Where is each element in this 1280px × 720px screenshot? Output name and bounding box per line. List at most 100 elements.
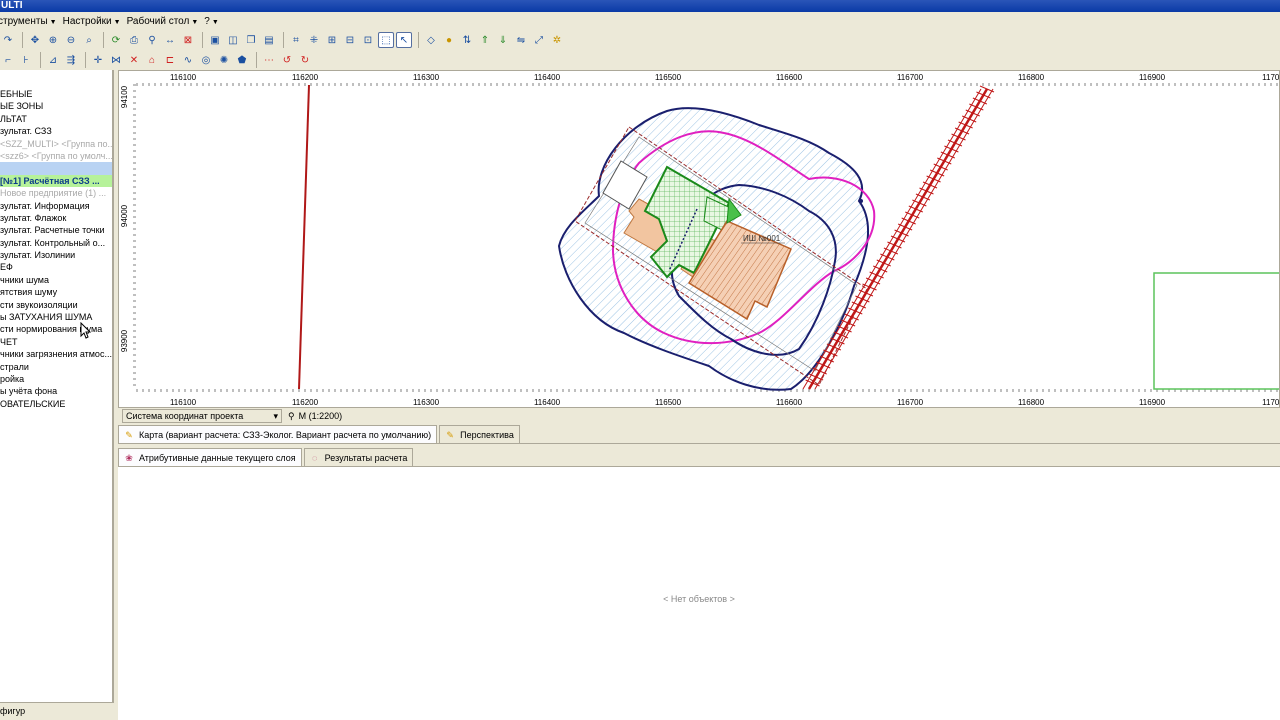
tree-item[interactable]: ы учёта фона (0, 385, 112, 397)
merge-icon[interactable]: ⋈ (108, 52, 124, 68)
green-rectangle[interactable] (1153, 272, 1280, 390)
delete-icon[interactable]: ✕ (126, 52, 142, 68)
tree-item[interactable]: зультат. Изолинии (0, 249, 112, 261)
polyline-icon[interactable]: ⊿ (45, 52, 61, 68)
curve-icon[interactable]: ∿ (180, 52, 196, 68)
tab-map[interactable]: ✎ Карта (вариант расчета: СЗЗ-Эколог. Ва… (118, 425, 438, 443)
node-edit-icon[interactable]: ⌐ (0, 52, 16, 68)
vertex-icon[interactable]: ⊦ (18, 52, 34, 68)
tree-item[interactable]: <szz6> <Группа по умолч... (0, 150, 112, 162)
tree-item[interactable]: <SZZ_MULTI> <Группа по... (0, 138, 112, 150)
redo-disabled-icon[interactable]: ↻ (297, 52, 313, 68)
gear-icon[interactable]: ✺ (216, 52, 232, 68)
trim-icon[interactable]: ⊏ (162, 52, 178, 68)
tree-item[interactable]: зультат. Флажок (0, 212, 112, 224)
grid-cells-icon[interactable]: ⊞ (324, 32, 340, 48)
tree-item[interactable]: зультат. Расчетные точки (0, 224, 112, 236)
print-icon[interactable]: ⎙ (126, 32, 142, 48)
cut-shape-icon[interactable]: ⌂ (144, 52, 160, 68)
map-view[interactable]: ИШ №001 116100 116100 116200 116200 116300 11… (118, 70, 1280, 408)
tree-item[interactable]: Новое предприятие (1) ... (0, 187, 112, 199)
point-marker[interactable] (859, 199, 863, 203)
data-tabs: ❀ Атрибутивные данные текущего слоя ◌ Ре… (118, 447, 1280, 467)
ring-icon[interactable]: ◎ (198, 52, 214, 68)
tree-item[interactable] (0, 162, 112, 175)
tree-item[interactable]: зультат. Информация (0, 200, 112, 212)
tree-item[interactable]: зультат. Контрольный о... (0, 237, 112, 249)
tree-item[interactable]: сти нормирования шума (0, 323, 112, 335)
x-tick-label: 116200 (292, 73, 319, 82)
cascade-icon[interactable]: ❐ (243, 32, 259, 48)
window-icon[interactable]: ▣ (207, 32, 223, 48)
tree-item[interactable]: ОВАТЕЛЬСКИЕ (0, 398, 112, 410)
grid-points-icon[interactable]: ⁜ (306, 32, 322, 48)
tab-attribute-data[interactable]: ❀ Атрибутивные данные текущего слоя (118, 448, 302, 466)
tree-item[interactable]: зультат. СЗЗ (0, 125, 112, 137)
grid-icon[interactable]: ⌗ (288, 32, 304, 48)
road-line[interactable] (298, 84, 310, 390)
polygon-icon[interactable]: ⬟ (234, 52, 250, 68)
refresh-map-icon[interactable]: ⟳ (108, 32, 124, 48)
redo-icon[interactable]: ↷ (0, 32, 16, 48)
window-title: ULTI (1, 0, 23, 11)
select-tool-icon[interactable]: ↖ (396, 32, 412, 48)
light-icon[interactable]: ● (441, 32, 457, 48)
settings-icon[interactable]: ✲ (549, 32, 565, 48)
menu-desktop[interactable]: Рабочий стол ▼ (127, 16, 207, 27)
menu-tools[interactable]: струменты ▼ (0, 16, 65, 27)
zoom-tool-icon[interactable]: ⌕ (81, 32, 97, 48)
tree-item[interactable]: ЕФ (0, 261, 112, 273)
align-icon[interactable]: ⇋ (513, 32, 529, 48)
undo-icon[interactable]: ↺ (279, 52, 295, 68)
find-icon[interactable]: ⚲ (144, 32, 160, 48)
tree-item[interactable]: чники загрязнения атмос... (0, 348, 112, 360)
results-icon: ◌ (311, 452, 318, 463)
tree-item[interactable]: ЕБНЫЕ (0, 88, 112, 100)
chevron-down-icon: ▼ (49, 18, 57, 26)
menu-help[interactable]: ? ▼ (204, 16, 227, 27)
menu-settings[interactable]: Настройки ▼ (63, 16, 129, 27)
tree-item[interactable]: ЫЕ ЗОНЫ (0, 100, 112, 112)
split-icon[interactable]: ⇶ (63, 52, 79, 68)
tree-item[interactable]: чники шума (0, 274, 112, 286)
layer-tree: ЕБНЫЕ ЫЕ ЗОНЫ ЛЬТАТ зультат. СЗЗ <SZZ_MULTI>… (0, 88, 112, 410)
fit-icon[interactable]: ⤢ (531, 32, 547, 48)
arrange-icon[interactable]: ⇅ (459, 32, 475, 48)
measure-icon[interactable]: ↔ (162, 32, 178, 48)
zoom-out-icon[interactable]: ⊖ (63, 32, 79, 48)
chevron-down-icon: ▾ (273, 410, 278, 421)
zoom-in-icon[interactable]: ⊕ (45, 32, 61, 48)
tab-calculation-results[interactable]: ◌ Результаты расчета (303, 448, 414, 466)
grid-move-icon[interactable]: ⊟ (342, 32, 358, 48)
tree-item[interactable]: ЛЬТАТ (0, 113, 112, 125)
grid-edit-icon[interactable]: ⊡ (360, 32, 376, 48)
tree-item[interactable]: ЧЕТ (0, 336, 112, 348)
map-canvas[interactable]: ИШ №001 116100 116100 116200 116200 116300 11… (119, 71, 1280, 408)
tree-item[interactable]: ы ЗАТУХАНИЯ ШУМА (0, 311, 112, 323)
source-label: ИШ №001 (743, 234, 781, 243)
x-tick-label: 116500 (655, 398, 682, 407)
tile-icon[interactable]: ▤ (261, 32, 277, 48)
scale-indicator[interactable]: ⚲ М (1:2200) (288, 411, 342, 422)
tree-item[interactable]: сти звукоизоляции (0, 299, 112, 311)
move-icon[interactable]: ✛ (90, 52, 106, 68)
chevron-down-icon: ▼ (211, 18, 219, 26)
coordinate-system-select[interactable]: Система координат проекта ▾ (122, 409, 282, 423)
eraser-icon[interactable]: ◇ (423, 32, 439, 48)
tree-item[interactable]: ройка (0, 373, 112, 385)
x-tick-label: 116700 (897, 398, 924, 407)
tree-item[interactable]: [№1] Расчётная СЗЗ ... (0, 174, 112, 188)
pointer-icon[interactable]: ✥ (27, 32, 43, 48)
arrange-down-icon[interactable]: ⇓ (495, 32, 511, 48)
window-split-icon[interactable]: ◫ (225, 32, 241, 48)
tab-perspective[interactable]: ✎ Перспектива (439, 425, 520, 443)
node-delete-icon[interactable]: ⋯ (261, 52, 277, 68)
x-tick-label: 116700 (897, 73, 924, 82)
tree-item[interactable]: ятствия шуму (0, 286, 112, 298)
delete-layer-icon[interactable]: ⊠ (180, 32, 196, 48)
tree-item[interactable]: страли (0, 361, 112, 373)
arrange-up-icon[interactable]: ⇑ (477, 32, 493, 48)
select-area-icon[interactable]: ⬚ (378, 32, 394, 48)
x-tick-label: 116900 (1139, 73, 1166, 82)
menu-bar: струменты ▼ Настройки ▼ Рабочий стол ▼ ? ▼ (0, 12, 1280, 30)
